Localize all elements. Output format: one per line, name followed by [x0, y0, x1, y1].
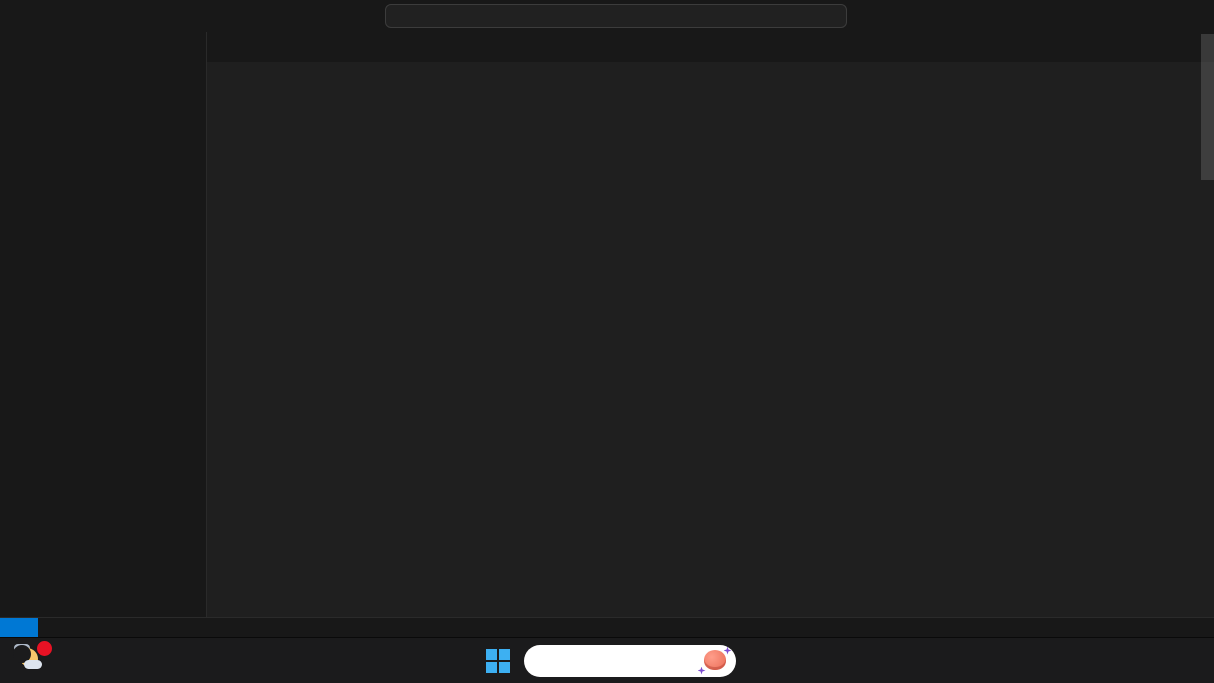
title-bar — [0, 0, 1214, 32]
workbench — [0, 32, 1214, 617]
sidebar-header — [45, 32, 206, 66]
restore-button[interactable] — [1126, 0, 1170, 32]
windows-logo-icon — [485, 648, 510, 673]
minimize-button[interactable] — [1082, 0, 1126, 32]
window-controls — [1082, 0, 1214, 32]
explorer-sidebar — [45, 32, 207, 617]
tab-bar — [207, 32, 1214, 62]
command-center[interactable] — [385, 4, 847, 28]
system-tray — [1166, 638, 1206, 683]
remote-indicator[interactable] — [0, 617, 38, 638]
copilot-button[interactable] — [920, 14, 930, 18]
language-status[interactable] — [1166, 618, 1182, 638]
close-button[interactable] — [1170, 0, 1214, 32]
eol-status[interactable] — [1154, 618, 1166, 638]
history-nav — [100, 14, 114, 18]
indentation-status[interactable] — [1130, 618, 1142, 638]
copilot-status[interactable] — [1182, 618, 1194, 638]
taskbar-search[interactable] — [523, 644, 736, 677]
back-icon[interactable] — [100, 14, 104, 18]
vscode-logo-icon — [10, 7, 28, 25]
commit-status[interactable] — [1102, 618, 1118, 638]
workspace-section-header[interactable] — [45, 66, 206, 88]
search-highlight-art — [697, 646, 732, 675]
branch-status[interactable] — [38, 618, 58, 638]
windows-taskbar — [0, 637, 1214, 683]
editor-group — [207, 32, 1214, 617]
forward-icon[interactable] — [110, 14, 114, 18]
weather-widget[interactable] — [13, 641, 54, 678]
status-bar — [0, 617, 1214, 638]
statusbar-right — [1102, 618, 1214, 638]
scrollbar[interactable] — [1201, 34, 1214, 180]
activity-bar — [0, 32, 45, 617]
taskbar-center — [479, 642, 736, 680]
notification-badge — [37, 641, 52, 656]
titlebar-right — [910, 0, 1214, 32]
problems-status[interactable] — [58, 618, 82, 638]
cursor-position[interactable] — [1118, 618, 1130, 638]
code-editor[interactable] — [207, 84, 1214, 617]
screen: { "window": { "menus": ["File","Edit","S… — [0, 0, 1214, 683]
start-button[interactable] — [479, 642, 517, 680]
cloud-icon — [24, 660, 42, 669]
breadcrumb — [207, 62, 1214, 84]
brain-icon — [703, 649, 726, 670]
encoding-status[interactable] — [1142, 618, 1154, 638]
notifications-status[interactable] — [1194, 618, 1206, 638]
